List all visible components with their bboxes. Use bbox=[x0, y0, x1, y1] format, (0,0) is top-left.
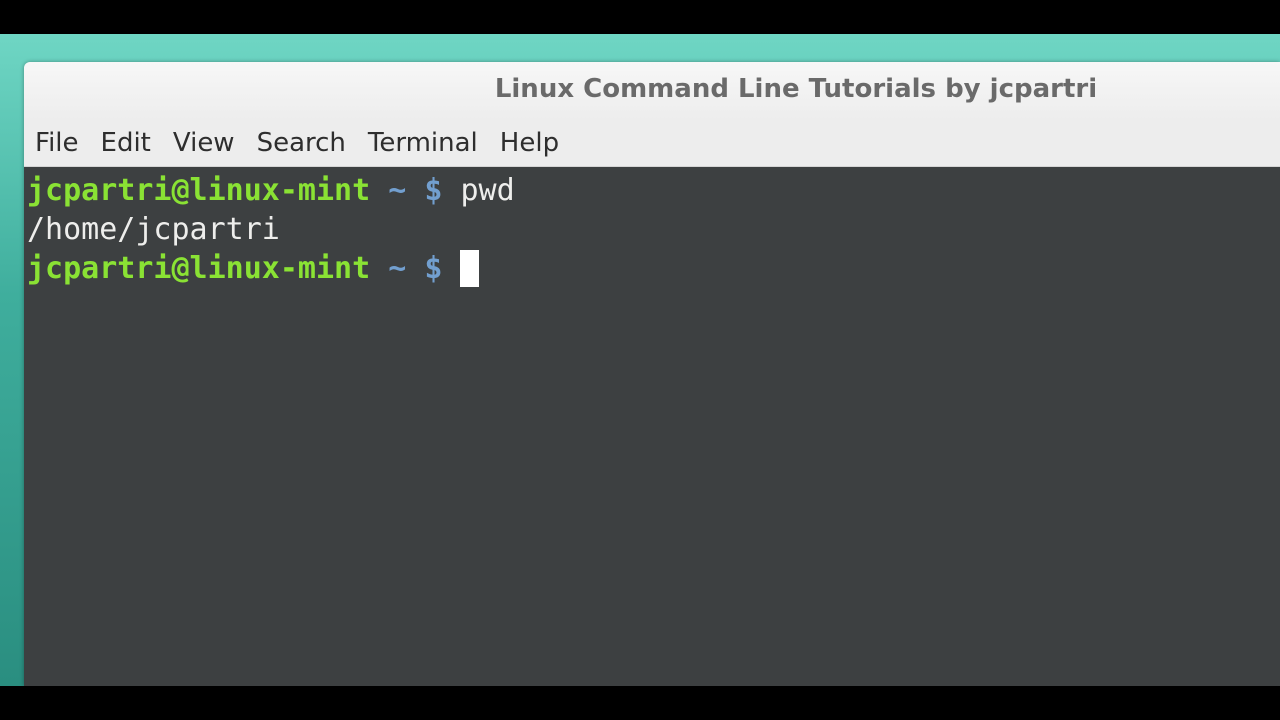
terminal-window[interactable]: Linux Command Line Tutorials by jcpartri… bbox=[24, 62, 1280, 686]
terminal-area[interactable]: jcpartri@linux-mint ~ $ pwd /home/jcpart… bbox=[24, 167, 1280, 686]
prompt-path: ~ bbox=[388, 173, 407, 208]
prompt-command: pwd bbox=[460, 173, 515, 208]
window-title: Linux Command Line Tutorials by jcpartri bbox=[494, 74, 1098, 104]
prompt-user-host: jcpartri@linux-mint bbox=[27, 173, 371, 208]
command-output: /home/jcpartri bbox=[27, 212, 280, 247]
prompt-symbol: $ bbox=[424, 251, 443, 286]
prompt-path: ~ bbox=[388, 251, 407, 286]
prompt-user-host: jcpartri@linux-mint bbox=[27, 251, 371, 286]
title-bar[interactable]: Linux Command Line Tutorials by jcpartri bbox=[24, 62, 1280, 120]
menu-help[interactable]: Help bbox=[489, 128, 570, 158]
menu-view[interactable]: View bbox=[162, 128, 246, 158]
letterbox-top bbox=[0, 0, 1280, 34]
terminal-line-prompt: jcpartri@linux-mint ~ $ pwd bbox=[27, 171, 515, 210]
letterbox-bottom bbox=[0, 686, 1280, 720]
menu-file[interactable]: File bbox=[24, 128, 90, 158]
terminal-line-prompt: jcpartri@linux-mint ~ $ bbox=[27, 249, 480, 288]
text-cursor bbox=[460, 250, 480, 287]
menu-terminal[interactable]: Terminal bbox=[357, 128, 489, 158]
terminal-line-output: /home/jcpartri bbox=[27, 210, 280, 249]
menu-search[interactable]: Search bbox=[246, 128, 357, 158]
menu-edit[interactable]: Edit bbox=[90, 128, 162, 158]
menu-bar: File Edit View Search Terminal Help bbox=[24, 120, 1280, 167]
prompt-symbol: $ bbox=[424, 173, 443, 208]
